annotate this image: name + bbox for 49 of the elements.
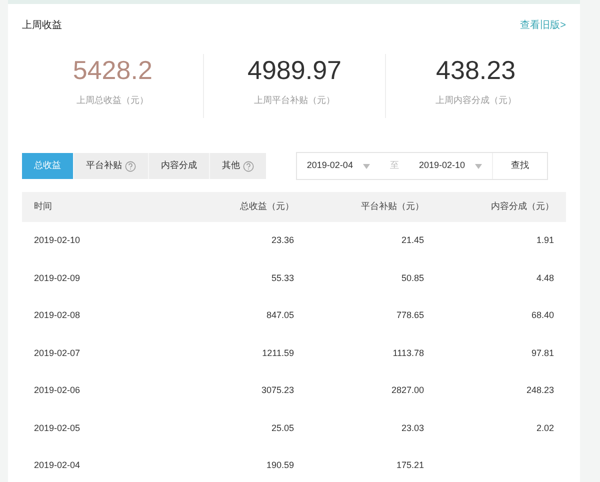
table-cell-text: 2019-02-04 (34, 459, 82, 472)
column-header: 内容分成（元） (490, 200, 554, 214)
stat-value: 438.23 (436, 54, 516, 86)
table-cell-text: 23.36 (270, 234, 294, 247)
caret-icon (362, 164, 370, 168)
table-cell-text: 21.45 (400, 234, 424, 247)
column-header: 总收益（元） (239, 200, 294, 214)
section-title: 上周收益 (22, 18, 62, 32)
table-cell-text: 248.23 (525, 384, 554, 397)
tab[interactable]: 内容分成 (148, 153, 209, 179)
range-separator: 至 (388, 159, 400, 172)
table-cell-text: 2827.00 (390, 384, 424, 397)
search-button[interactable]: 查找 (492, 153, 547, 179)
stat-label: 上周平台补贴（元） (254, 94, 335, 107)
table-cell-text: 2019-02-07 (34, 346, 82, 360)
table-cell-text: 2019-02-10 (34, 234, 82, 247)
stat-label: 上周总收益（元） (76, 94, 149, 107)
table-cell-text: 175.21 (395, 459, 424, 472)
table-cell-text: 2019-02-06 (34, 384, 82, 397)
table-cell-text: 2019-02-08 (34, 309, 82, 322)
table-cell-text: 25.05 (270, 422, 294, 434)
table-cell-text: 1.91 (535, 234, 554, 247)
table-cell-text: 4.48 (535, 272, 554, 284)
column-header: 平台补贴（元） (360, 200, 424, 214)
table-cell-text: 2019-02-05 (34, 422, 82, 434)
start-date-field[interactable]: 2019-02-04 (296, 159, 380, 173)
end-date-field[interactable]: 2019-02-10 (408, 159, 492, 173)
help-icon (125, 160, 136, 172)
table-cell-text: 23.03 (400, 422, 424, 434)
table-cell-text: 55.33 (270, 272, 294, 284)
table-cell-text: 1211.59 (261, 346, 294, 360)
stat-value: 5428.2 (72, 54, 152, 86)
stat-value: 4989.97 (248, 54, 342, 86)
table-cell-text: 68.40 (530, 309, 554, 322)
table-cell-text: 190.59 (265, 459, 294, 472)
table-cell-text: 778.65 (395, 309, 424, 322)
table-cell-text: 2.02 (535, 422, 554, 434)
table-cell-text: 1113.78 (392, 346, 424, 360)
caret-icon (475, 164, 482, 168)
table-cell-text: 2019-02-09 (34, 272, 82, 284)
column-header: 时间 (34, 200, 53, 214)
tab[interactable]: 平台补贴 (73, 153, 148, 179)
tab[interactable]: 其他 (209, 153, 266, 179)
table-cell-text: 50.85 (400, 272, 424, 284)
table-cell-text: 97.81 (530, 346, 554, 360)
help-icon (243, 160, 254, 172)
table-cell-text: 847.05 (265, 309, 294, 322)
stat-label: 上周内容分成（元） (435, 94, 516, 107)
table-cell-text: 3075.23 (260, 384, 294, 397)
